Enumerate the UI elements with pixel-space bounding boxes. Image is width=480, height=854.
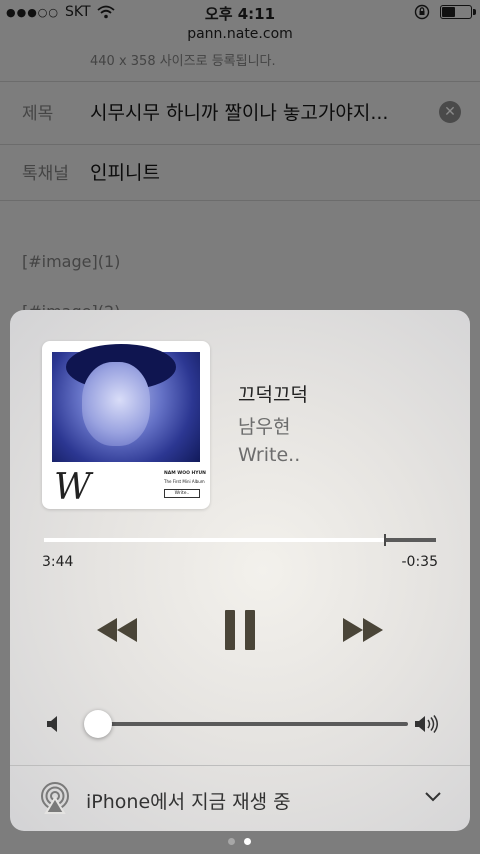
song-title: 끄덕끄덕 bbox=[238, 384, 308, 406]
album-name: Write.. bbox=[238, 444, 301, 466]
remaining-time: -0:35 bbox=[401, 554, 439, 570]
volume-slider[interactable] bbox=[83, 710, 408, 738]
airplay-label: iPhone에서 지금 재생 중 bbox=[86, 791, 291, 813]
rewind-button[interactable] bbox=[92, 610, 142, 650]
fast-forward-button[interactable] bbox=[338, 610, 388, 650]
clear-icon[interactable]: ✕ bbox=[439, 101, 461, 123]
album-logo: W bbox=[54, 467, 92, 508]
image-tag: [#image](1) bbox=[22, 252, 121, 271]
title-label: 제목 bbox=[22, 104, 54, 124]
album-photo bbox=[52, 344, 200, 462]
rewind-icon bbox=[97, 618, 137, 642]
fast-forward-icon bbox=[343, 618, 383, 642]
size-hint: 440 x 358 사이즈로 등록됩니다. bbox=[90, 54, 276, 69]
status-time: 오후 4:11 bbox=[204, 5, 276, 23]
pause-icon bbox=[225, 610, 255, 650]
browser-url[interactable]: pann.nate.com bbox=[0, 26, 480, 42]
artist-name: 남우현 bbox=[238, 416, 291, 438]
channel-value[interactable]: 인피니트 bbox=[90, 158, 160, 185]
playback-progress-fill bbox=[44, 538, 386, 542]
playback-scrubber[interactable] bbox=[44, 534, 436, 546]
album-script: Write.. bbox=[164, 489, 200, 498]
page-dot[interactable] bbox=[228, 838, 235, 845]
album-caption: The First Mini Album bbox=[164, 479, 205, 484]
orientation-lock-icon bbox=[414, 4, 430, 20]
title-input[interactable]: 시무시무 하니까 짤이나 놓고가야지... bbox=[90, 98, 388, 125]
battery-icon bbox=[440, 5, 476, 19]
status-right bbox=[414, 4, 476, 20]
album-art: W NAM WOO HYUN The First Mini Album Writ… bbox=[42, 341, 210, 509]
pause-button[interactable] bbox=[218, 606, 262, 654]
chevron-down-icon[interactable] bbox=[424, 791, 442, 803]
airplay-icon bbox=[41, 782, 69, 814]
volume-slider-handle[interactable] bbox=[83, 710, 112, 738]
page-dot-active[interactable] bbox=[244, 838, 251, 845]
now-playing-card: W NAM WOO HYUN The First Mini Album Writ… bbox=[10, 310, 470, 831]
channel-label: 톡채널 bbox=[22, 164, 69, 184]
elapsed-time: 3:44 bbox=[42, 554, 74, 570]
status-bar: ●●●○○ SKT 오후 4:11 bbox=[0, 0, 480, 26]
airplay-bar[interactable]: iPhone에서 지금 재생 중 bbox=[10, 765, 470, 831]
album-artist-caps: NAM WOO HYUN bbox=[164, 471, 206, 476]
page-indicator bbox=[228, 838, 251, 845]
scrubber-handle[interactable] bbox=[384, 534, 387, 546]
volume-high-icon bbox=[415, 715, 438, 733]
volume-low-icon bbox=[47, 716, 57, 732]
